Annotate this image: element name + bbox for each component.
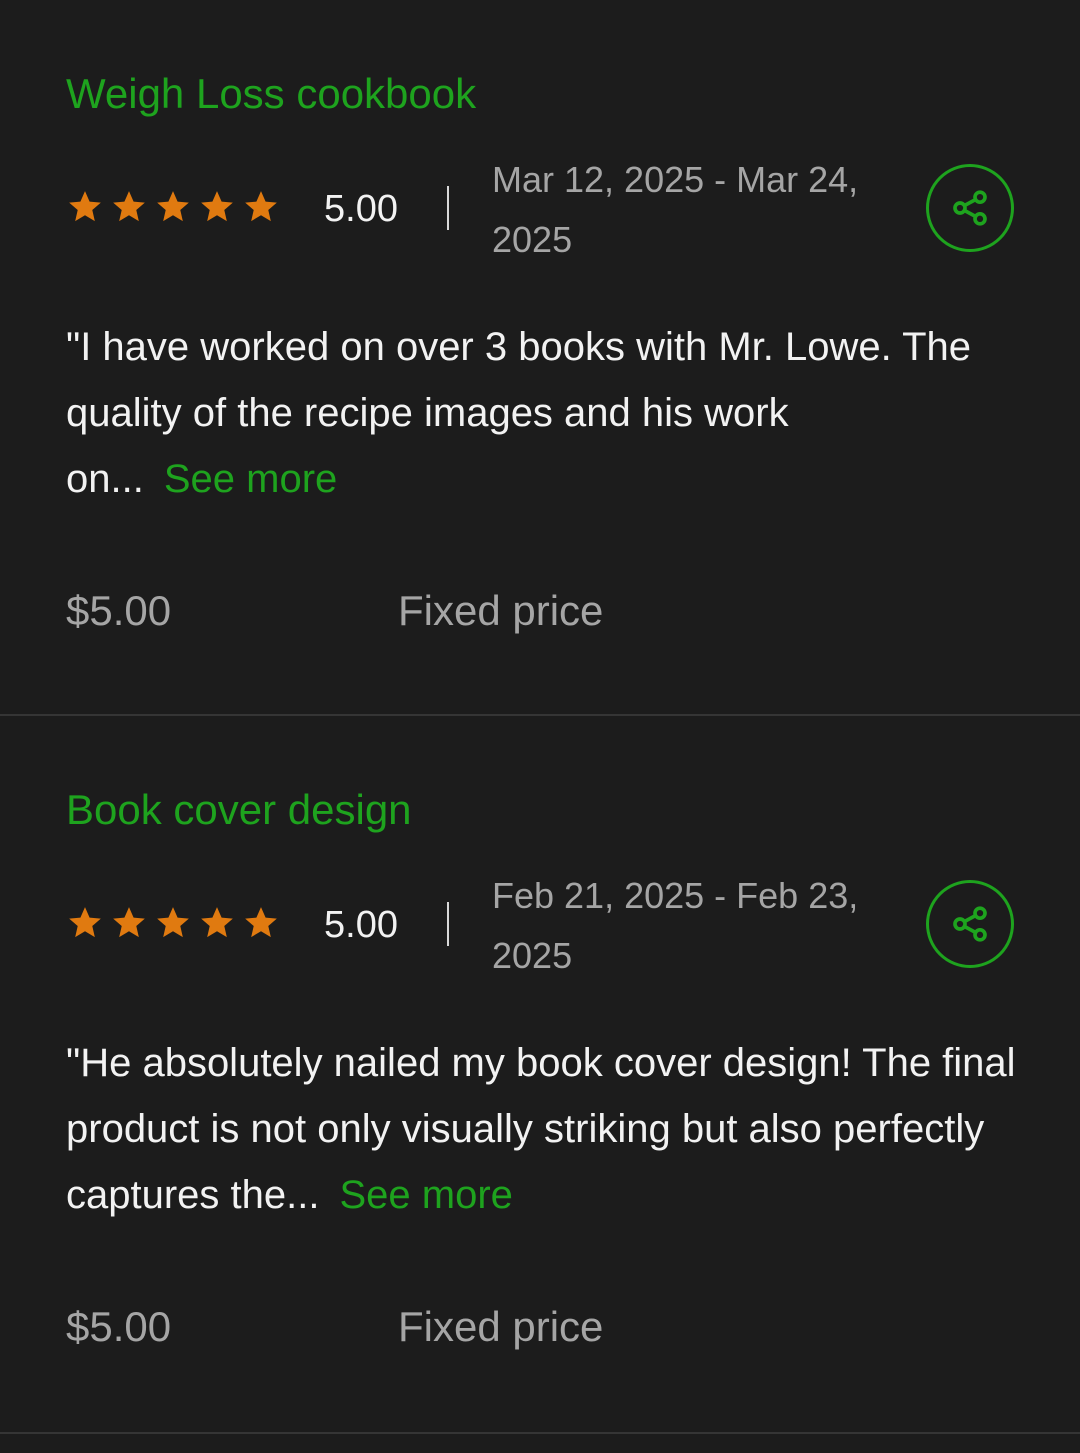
price-type: Fixed price (398, 587, 604, 634)
share-icon (953, 190, 987, 226)
star-icon (245, 191, 277, 222)
review-card: Book cover design 5.00 Feb 21, 2025 - Fe… (0, 716, 1080, 1434)
star-icon (69, 907, 101, 938)
price-type: Fixed price (398, 1303, 604, 1350)
share-button[interactable] (926, 164, 1014, 252)
date-range: Mar 12, 2025 - Mar 24, 2025 (492, 159, 859, 260)
review-title[interactable]: Book cover design (66, 782, 412, 838)
share-icon (953, 906, 987, 942)
star-icon (113, 907, 145, 938)
review-title[interactable]: Weigh Loss cookbook (66, 66, 476, 122)
star-icon (157, 907, 189, 938)
star-rating (66, 188, 280, 226)
see-more-link[interactable]: See more (339, 1173, 512, 1217)
share-button[interactable] (926, 880, 1014, 968)
see-more-link[interactable]: See more (164, 457, 337, 501)
date-range: Feb 21, 2025 - Feb 23, 2025 (492, 875, 859, 976)
review-card: Weigh Loss cookbook 5.00 Mar 12, 2025 - … (0, 0, 1080, 716)
star-icon (201, 907, 233, 938)
star-rating (66, 904, 280, 942)
price: $5.00 (66, 587, 172, 634)
star-icon (113, 191, 145, 222)
review-excerpt: "He absolutely nailed my book cover desi… (66, 1030, 1016, 1228)
rating-value: 5.00 (324, 188, 398, 230)
star-icon (157, 191, 189, 222)
review-excerpt: "I have worked on over 3 books with Mr. … (66, 314, 1016, 512)
review-excerpt-text: "He absolutely nailed my book cover desi… (66, 1041, 1016, 1217)
star-icon (69, 191, 101, 222)
rating-divider (447, 902, 449, 946)
rating-value: 5.00 (324, 904, 398, 946)
star-icon (245, 907, 277, 938)
star-icon (201, 191, 233, 222)
rating-divider (447, 186, 449, 230)
price: $5.00 (66, 1303, 172, 1350)
